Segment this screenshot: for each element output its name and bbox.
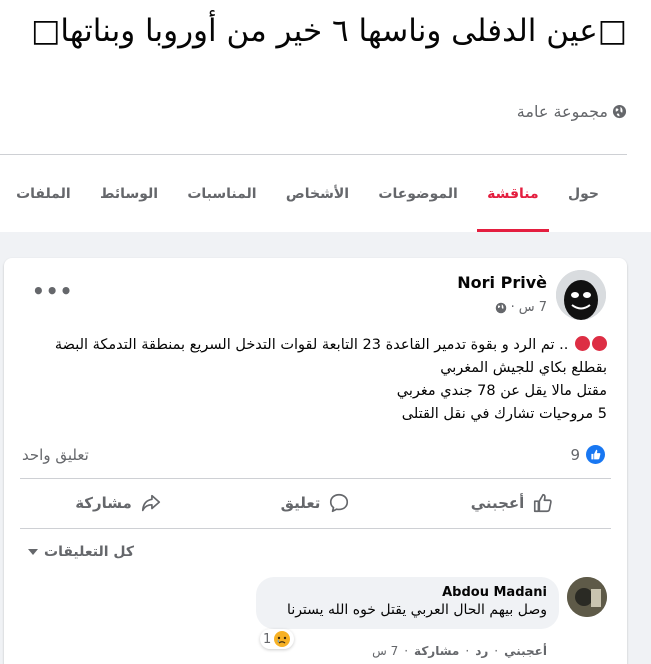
- like-button[interactable]: أعجبني: [414, 480, 611, 526]
- caret-down-icon: [28, 549, 38, 555]
- group-title: □عين الدفلى وناسها ٦ خير من أوروبا وبنات…: [31, 13, 627, 49]
- comment-sep-2: ·: [465, 644, 470, 658]
- post-time[interactable]: 7 س: [519, 300, 547, 315]
- group-header: □عين الدفلى وناسها ٦ خير من أوروبا وبنات…: [0, 0, 651, 232]
- comment-reply-button[interactable]: رد: [475, 644, 488, 658]
- post-line-4: 5 مروحيات تشارك في نقل القتلى: [401, 406, 607, 422]
- comment-sep-3: ·: [404, 644, 409, 658]
- group-privacy: مجموعة عامة: [517, 102, 627, 121]
- comment-sep-1: ·: [494, 644, 499, 658]
- comment-bubble: Abdou Madani وصل بيهم الحال العربي يقتل …: [256, 577, 559, 629]
- comment-icon: [330, 493, 349, 513]
- comment-avatar[interactable]: [567, 577, 607, 617]
- tab-topics[interactable]: الموضوعات: [368, 155, 467, 232]
- post-meta: 7 س ·: [495, 300, 547, 315]
- tab-people[interactable]: الأشخاص: [276, 155, 359, 232]
- globe-icon: [495, 302, 506, 313]
- share-label: مشاركة: [75, 494, 132, 512]
- post-actions: أعجبني تعليق مشاركة: [20, 480, 611, 526]
- sad-reaction-icon: [274, 631, 291, 647]
- comment-like-button[interactable]: أعجبني: [504, 644, 547, 658]
- comment-text: وصل بيهم الحال العربي يقتل خوه الله يستر…: [287, 602, 547, 618]
- post-line-2: بقطلع بكاي للجيش المغربي: [440, 360, 607, 376]
- comment-button[interactable]: تعليق: [217, 480, 414, 526]
- post-line-1: .. تم الرد و بقوة تدمير القاعدة 23 التاب…: [17, 334, 607, 357]
- comment-avatar-image-icon: [567, 577, 607, 617]
- like-reaction-icon: [586, 445, 605, 464]
- red-circle-icon: [575, 336, 590, 351]
- post-author[interactable]: Nori Privè: [457, 273, 547, 292]
- comment-count[interactable]: تعليق واحد: [22, 446, 89, 464]
- tab-discussion[interactable]: مناقشة: [477, 155, 549, 232]
- post-line-3: مقتل مالا يقل عن 78 جندي مغربي: [396, 383, 607, 399]
- post-card: Nori Privè 7 س · ••• .. تم الرد و بقوة ت…: [4, 258, 627, 664]
- comment-reactions[interactable]: 1: [260, 629, 295, 649]
- tab-about[interactable]: حول: [558, 155, 609, 232]
- share-icon: [141, 494, 160, 512]
- comment-reaction-count: 1: [263, 631, 272, 647]
- tab-files[interactable]: الملفات: [6, 155, 81, 232]
- globe-icon: [612, 104, 627, 119]
- like-icon: [534, 493, 553, 513]
- more-options-icon[interactable]: •••: [32, 281, 73, 301]
- comment-label: تعليق: [280, 494, 321, 512]
- actions-divider-bottom: [20, 528, 611, 529]
- all-comments-label: كل التعليقات: [44, 544, 135, 560]
- avatar-image-icon: [556, 270, 606, 320]
- comment-actions: أعجبني · رد · مشاركة · 7 س: [372, 644, 547, 658]
- comment-time[interactable]: 7 س: [372, 644, 398, 658]
- red-circle-icon: [592, 336, 607, 351]
- comment-author[interactable]: Abdou Madani: [268, 585, 547, 600]
- comment-share-button[interactable]: مشاركة: [414, 644, 459, 658]
- tab-media[interactable]: الوسائط: [90, 155, 168, 232]
- like-label: أعجبني: [470, 494, 525, 512]
- actions-divider-top: [20, 478, 611, 479]
- share-button[interactable]: مشاركة: [20, 480, 217, 526]
- privacy-label: مجموعة عامة: [516, 102, 608, 121]
- reaction-count: 9: [570, 445, 580, 464]
- reaction-summary[interactable]: 9: [570, 445, 605, 464]
- all-comments-filter[interactable]: كل التعليقات: [28, 544, 134, 560]
- post-body: .. تم الرد و بقوة تدمير القاعدة 23 التاب…: [17, 334, 607, 426]
- avatar[interactable]: [556, 270, 606, 320]
- meta-separator: ·: [510, 300, 515, 315]
- group-tabs: حول مناقشة الموضوعات الأشخاص المناسبات ا…: [0, 155, 627, 232]
- tab-events[interactable]: المناسبات: [177, 155, 266, 232]
